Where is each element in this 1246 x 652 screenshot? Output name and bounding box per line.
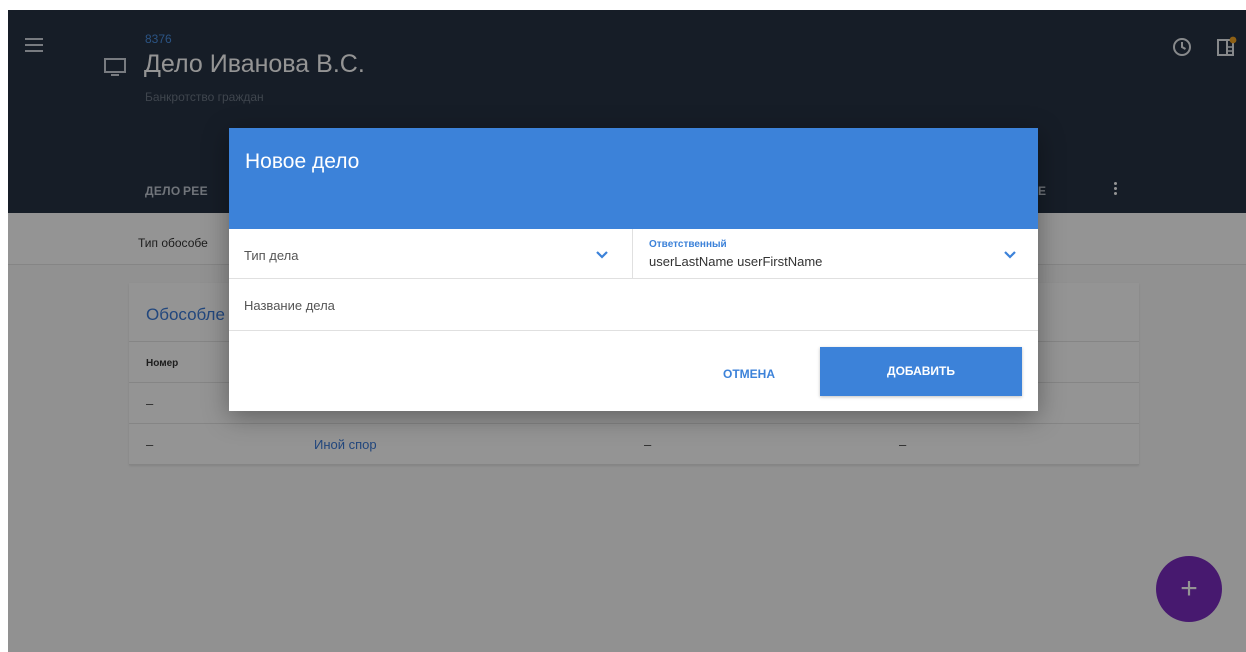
chevron-down-icon <box>1004 251 1016 259</box>
chevron-down-icon <box>596 251 608 259</box>
dialog-title: Новое дело <box>245 150 360 173</box>
owner-label: Ответственный <box>649 239 727 250</box>
add-button[interactable]: ДОБАВИТЬ <box>820 347 1022 396</box>
owner-select[interactable]: Ответственный userLastName userFirstName <box>633 229 1038 279</box>
case-type-select[interactable]: Тип дела <box>229 229 633 279</box>
cancel-button[interactable]: ОТМЕНА <box>709 356 789 392</box>
case-type-placeholder: Тип дела <box>244 248 299 263</box>
app-window: 8376 Дело Иванова В.С. Банкротство гражд… <box>8 10 1246 652</box>
case-name-input[interactable]: Название дела <box>229 279 1038 331</box>
dialog-header: Новое дело <box>229 128 1038 229</box>
owner-value: userLastName userFirstName <box>649 254 823 269</box>
case-name-placeholder: Название дела <box>244 298 335 313</box>
new-case-dialog: Новое дело Тип дела Ответственный userLa… <box>229 128 1038 411</box>
